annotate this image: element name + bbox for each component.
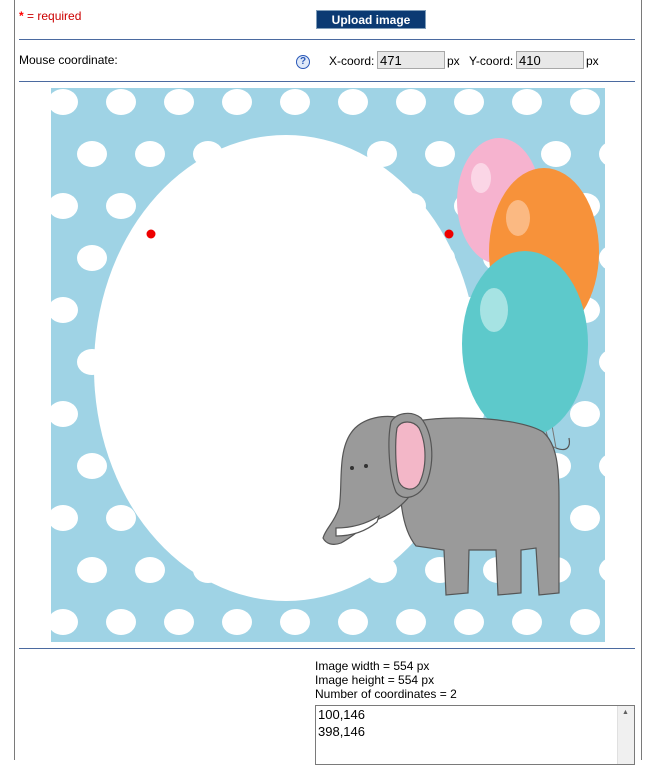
balloon-highlight xyxy=(480,288,508,332)
elephant-eye xyxy=(364,464,368,468)
mouse-coordinate-label: Mouse coordinate: xyxy=(19,53,118,67)
divider xyxy=(19,39,635,40)
polka-dot xyxy=(541,141,571,167)
polka-dot xyxy=(222,609,252,635)
coordinates-textarea[interactable]: 100,146 398,146 ▲ xyxy=(315,705,635,765)
x-unit-label: px xyxy=(447,54,460,68)
polka-dot xyxy=(425,141,455,167)
elephant-ear-inner xyxy=(395,421,426,490)
elephant-eye xyxy=(350,466,354,470)
required-text: = required xyxy=(23,9,82,23)
polka-dot xyxy=(77,453,107,479)
teal-balloon xyxy=(462,251,588,437)
polka-dot xyxy=(570,89,600,115)
divider xyxy=(19,81,635,82)
polka-dot xyxy=(135,557,165,583)
help-icon[interactable]: ? xyxy=(296,55,310,69)
polka-dot xyxy=(106,193,136,219)
balloon-highlight xyxy=(471,163,491,193)
textarea-scrollbar[interactable]: ▲ xyxy=(617,706,634,764)
polka-dot xyxy=(338,89,368,115)
polka-dot xyxy=(106,609,136,635)
polka-dot xyxy=(396,89,426,115)
polka-dot xyxy=(106,89,136,115)
upload-image-button[interactable]: Upload image xyxy=(316,10,426,29)
y-coord-field[interactable] xyxy=(516,51,584,69)
polka-dot xyxy=(396,609,426,635)
polka-dot xyxy=(222,89,252,115)
scroll-up-icon[interactable]: ▲ xyxy=(622,709,629,716)
polka-dot xyxy=(512,609,542,635)
polka-dot xyxy=(77,141,107,167)
polka-dot xyxy=(454,609,484,635)
polka-dot xyxy=(106,505,136,531)
polka-dot xyxy=(77,245,107,271)
polka-dot xyxy=(454,89,484,115)
image-width-text: Image width = 554 px xyxy=(315,659,430,673)
polka-dot xyxy=(570,401,600,427)
polka-dot xyxy=(164,609,194,635)
coordinate-line: 100,146 xyxy=(318,707,365,722)
y-coord-label: Y-coord: xyxy=(469,54,514,68)
polka-dot xyxy=(570,609,600,635)
coordinate-line: 398,146 xyxy=(318,724,365,739)
polka-dot xyxy=(570,505,600,531)
polka-dot xyxy=(280,609,310,635)
uploaded-image[interactable] xyxy=(51,88,605,642)
image-canvas[interactable] xyxy=(51,88,605,642)
polka-dot xyxy=(512,89,542,115)
polka-dot xyxy=(135,141,165,167)
divider xyxy=(19,648,635,649)
x-coord-label: X-coord: xyxy=(329,54,375,68)
y-unit-label: px xyxy=(586,54,599,68)
coordinate-count-text: Number of coordinates = 2 xyxy=(315,687,457,701)
polka-dot xyxy=(164,89,194,115)
polka-dot xyxy=(338,609,368,635)
required-note: * = required xyxy=(19,9,81,23)
polka-dot xyxy=(77,557,107,583)
x-coord-field[interactable] xyxy=(377,51,445,69)
coordinate-marker[interactable] xyxy=(444,229,454,239)
coordinate-marker[interactable] xyxy=(146,229,156,239)
polka-dot xyxy=(280,89,310,115)
balloon-highlight xyxy=(506,200,530,236)
image-height-text: Image height = 554 px xyxy=(315,673,435,687)
